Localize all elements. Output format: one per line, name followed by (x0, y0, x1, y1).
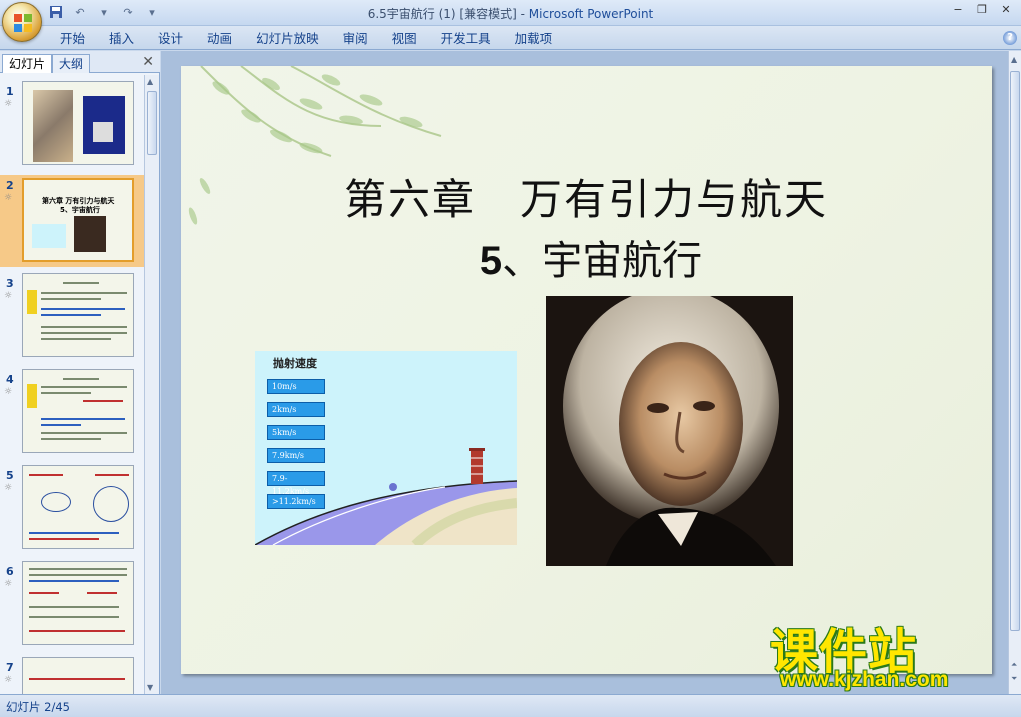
animation-icon: ☼ (4, 675, 13, 685)
office-button[interactable] (2, 2, 42, 42)
slides-panel: 幻灯片 大纲 ✕ 1 ☼ 2 ☼ 第六章 万有引力与航天 5、宇宙航行 3 ☼ … (0, 51, 160, 694)
restore-icon[interactable]: ❐ (973, 2, 991, 18)
animation-icon: ☼ (4, 483, 13, 493)
tab-developer[interactable]: 开发工具 (429, 30, 503, 48)
launch-speed-diagram[interactable]: 抛射速度 10m/s 2km/s 5km/s 7.9km/s 7.9-11.2k… (255, 351, 517, 545)
window-title: 6.5宇宙航行 (1) [兼容模式] - Microsoft PowerPoin… (0, 5, 1021, 22)
subtitle-number: 5 (479, 239, 503, 283)
close-icon[interactable]: ✕ (997, 2, 1015, 18)
slide-thumbnail-2[interactable]: 2 ☼ 第六章 万有引力与航天 5、宇宙航行 (0, 175, 144, 267)
slide-number: 4 (6, 373, 14, 386)
previous-slide-icon[interactable]: ⏶ (1011, 660, 1017, 670)
thumbnail-list: 1 ☼ 2 ☼ 第六章 万有引力与航天 5、宇宙航行 3 ☼ 4 ☼ 5 ☼ 6… (0, 75, 144, 694)
slide-preview: 第六章 万有引力与航天 5、宇宙航行 (22, 178, 134, 262)
slide-counter: 幻灯片 2/45 (6, 700, 70, 714)
animation-icon: ☼ (4, 291, 13, 301)
tab-view[interactable]: 视图 (380, 30, 429, 48)
slide-number: 6 (6, 565, 14, 578)
scrollbar-thumb[interactable] (147, 91, 157, 155)
watermark: 课件站 www.kjzhan.com (770, 612, 1006, 694)
animation-icon: ☼ (4, 387, 13, 397)
earth-surface (255, 448, 517, 545)
newton-portrait-image[interactable] (546, 296, 793, 566)
slide-number: 1 (6, 85, 14, 98)
scroll-up-icon[interactable]: ▲ (147, 77, 153, 86)
slide-preview (22, 81, 134, 165)
scrollbar-thumb[interactable] (1010, 71, 1020, 631)
office-logo-icon (14, 14, 32, 32)
slide-preview (22, 369, 134, 453)
slide-canvas[interactable]: 第六章 万有引力与航天 5、宇宙航行 抛射速度 10m/s 2km/s 5km/… (181, 66, 992, 674)
tab-addins[interactable]: 加载项 (503, 30, 565, 48)
tab-design[interactable]: 设计 (146, 30, 195, 48)
close-icon[interactable]: ✕ (142, 54, 154, 70)
editor-scrollbar[interactable]: ▲ ⏶ ⏷ (1008, 51, 1021, 694)
animation-icon: ☼ (4, 99, 13, 109)
slide-subtitle[interactable]: 5、宇宙航行 (381, 228, 801, 286)
scroll-down-icon[interactable]: ▼ (147, 683, 153, 692)
projectile-ball (389, 483, 397, 491)
next-slide-icon[interactable]: ⏷ (1011, 674, 1017, 684)
slide-preview (22, 465, 134, 549)
animation-icon: ☼ (4, 579, 13, 589)
slide-thumbnail-4[interactable]: 4 ☼ (0, 369, 144, 457)
slide-thumbnail-1[interactable]: 1 ☼ (0, 81, 144, 169)
animation-icon: ☼ (4, 193, 13, 203)
slide-thumbnail-5[interactable]: 5 ☼ (0, 465, 144, 553)
thumb-diagram (32, 224, 66, 248)
tab-review[interactable]: 审阅 (331, 30, 380, 48)
tab-outline[interactable]: 大纲 (52, 54, 91, 73)
thumb-portrait (74, 216, 106, 252)
status-bar: 幻灯片 2/45 (0, 694, 1021, 717)
watermark-url: www.kjzhan.com (780, 668, 949, 691)
slide-number: 5 (6, 469, 14, 482)
thumbnail-scrollbar[interactable]: ▲ ▼ (144, 75, 159, 694)
slide-editor: 第六章 万有引力与航天 5、宇宙航行 抛射速度 10m/s 2km/s 5km/… (161, 51, 1008, 694)
slide-preview (22, 657, 134, 694)
subtitle-text: 、宇宙航行 (502, 238, 703, 284)
ribbon-tabs: 开始 插入 设计 动画 幻灯片放映 审阅 视图 开发工具 加载项 (48, 30, 564, 48)
tab-insert[interactable]: 插入 (97, 30, 146, 48)
tab-home[interactable]: 开始 (48, 30, 97, 48)
scroll-up-icon[interactable]: ▲ (1011, 55, 1017, 64)
slide-thumbnail-3[interactable]: 3 ☼ (0, 273, 144, 361)
slide-preview (22, 273, 134, 357)
app-name: Microsoft PowerPoint (528, 7, 654, 21)
thumb-subtitle: 5、宇宙航行 (60, 206, 100, 214)
tab-slides[interactable]: 幻灯片 (2, 54, 53, 73)
rocket-image (93, 122, 113, 142)
panel-tabs: 幻灯片 大纲 ✕ (0, 51, 160, 73)
painting-image (33, 90, 73, 162)
window-controls: − ❐ ✕ (949, 2, 1015, 18)
tower-icon (469, 448, 485, 484)
slide-number: 7 (6, 661, 14, 674)
slide-thumbnail-7[interactable]: 7 ☼ (0, 657, 144, 694)
ribbon: 开始 插入 设计 动画 幻灯片放映 审阅 视图 开发工具 加载项 ? (0, 26, 1021, 50)
slide-number: 3 (6, 277, 14, 290)
slide-title[interactable]: 第六章 万有引力与航天 (301, 166, 871, 227)
tab-animations[interactable]: 动画 (195, 30, 244, 48)
slide-preview (22, 561, 134, 645)
help-icon[interactable]: ? (1003, 31, 1017, 45)
title-bar: ↶ ▾ ↷ ▾ 6.5宇宙航行 (1) [兼容模式] - Microsoft P… (0, 0, 1021, 42)
minimize-icon[interactable]: − (949, 2, 967, 18)
document-title: 6.5宇宙航行 (1) [兼容模式] - (367, 7, 529, 21)
tab-slideshow[interactable]: 幻灯片放映 (244, 30, 331, 48)
slide-number: 2 (6, 179, 14, 192)
slide-thumbnail-6[interactable]: 6 ☼ (0, 561, 144, 649)
